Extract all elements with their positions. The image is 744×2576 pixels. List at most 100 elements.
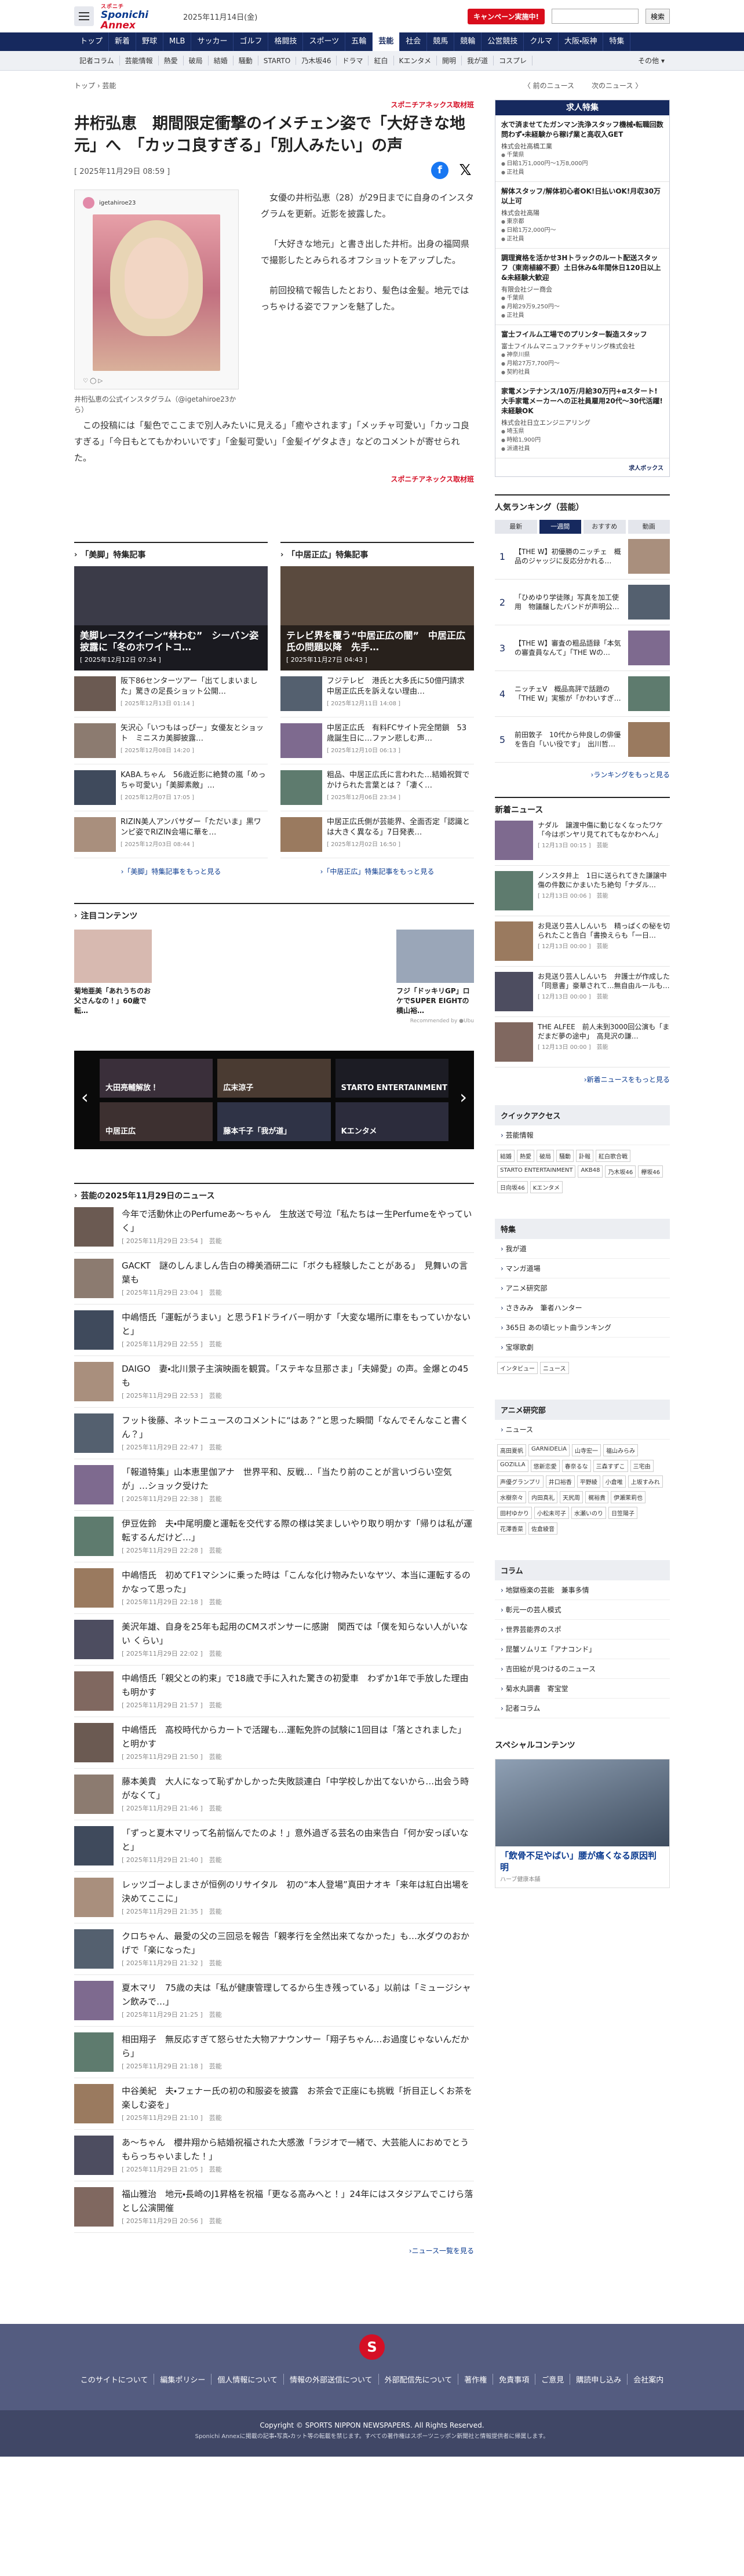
anime-tag[interactable]: 小松未可子 (534, 1507, 569, 1519)
campaign-button[interactable]: キャンペーン実施中! (468, 8, 545, 24)
news-list-item[interactable]: 福山雅治 地元・長崎のJ1昇格を祝福「更なる高みへと！」24年にはスタジアムでこ… (74, 2181, 474, 2233)
anime-tag[interactable]: 田村ゆかり (497, 1507, 532, 1519)
search-button[interactable]: 検索 (645, 9, 670, 24)
gnav-item[interactable]: 公営競技 (482, 32, 524, 51)
carousel-item[interactable]: 大田亮輔解放！ (100, 1059, 213, 1098)
side-news-item[interactable]: THE ALFEE 前人未到3000回公演も「まだまだ夢の途中」 高見沢の謙… [… (495, 1017, 670, 1067)
anime-tag[interactable]: 福山みらみ (603, 1444, 639, 1456)
subnav-item[interactable]: コスプレ (494, 56, 533, 65)
job-item[interactable]: 水で済ませてたガンマン洗浄スタッフ機械・転職回数問わず・未経験から稼げ業と高収入… (495, 115, 669, 182)
carousel-item[interactable]: 広末涼子 (217, 1059, 331, 1098)
subnav-item[interactable]: 騒動 (234, 56, 258, 65)
special-item[interactable]: 我が道 (495, 1239, 670, 1259)
anime-tag[interactable]: 天尻周 (560, 1491, 583, 1503)
news-list-item[interactable]: レッツゴーよしまさが恒例のリサイタル 初の“本人登場”真田ナオキ「来年は紅白出場… (74, 1872, 474, 1923)
subnav-item[interactable]: ドラマ (337, 56, 369, 65)
instagram-embed[interactable]: igetahiroe23 ♡ ◯ ▷ (74, 190, 239, 389)
news-list-item[interactable]: 中嶋悟氏 初めてF1マシンに乗った時は「こんな化け物みたいなヤツ、本当に運転する… (74, 1562, 474, 1614)
gnav-item[interactable]: クルマ (524, 32, 559, 51)
feature-item[interactable]: 粗品、中居正広氏に言われた…結婚祝賀でかけられた言葉とは？「凄く… [ 2025年… (280, 764, 474, 811)
anime-tag[interactable]: 日笠陽子 (608, 1507, 637, 1519)
ranking-item[interactable]: 4 ニッチェV 概品高評で話題の「THE W」実態が「かわいすぎ… (495, 671, 670, 717)
job-item[interactable]: 家電メンテナンス/10万/月給30万円+αスタート!大手家電メーカーへの正社員雇… (495, 382, 669, 458)
subnav-item[interactable]: STARTO (258, 56, 297, 65)
special-item[interactable]: 365日 あの頃ヒット曲ランキング (495, 1318, 670, 1338)
news-list-item[interactable]: フット後藤、ネットニュースのコメントに“はあ？”と思った瞬間「なんでそんなこと書… (74, 1408, 474, 1459)
anime-tag[interactable]: 山寺宏一 (572, 1444, 601, 1456)
footer-link[interactable]: このサイトについて (75, 2374, 155, 2385)
anime-tag[interactable]: 水樹奈々 (497, 1491, 526, 1503)
article-source[interactable]: スポニチアネックス取材班 (74, 100, 474, 110)
column-item[interactable]: 昆蟹ソムリエ「アナコンド」 (495, 1639, 670, 1659)
news-list-item[interactable]: DAIGO 妻・北川景子主演映画を観賞。「ステキな旦那さま」「夫婦愛」の声。金爆… (74, 1356, 474, 1408)
footer-link[interactable]: 情報の外部送信について (284, 2374, 379, 2385)
x-share-icon[interactable]: 𝕏 (457, 162, 474, 179)
special-tag[interactable]: インタビュー (497, 1362, 538, 1374)
gnav-item[interactable]: スポーツ (303, 32, 346, 51)
subnav-item[interactable]: 熱愛 (159, 56, 184, 65)
gnav-item[interactable]: 大阪・阪神 (559, 32, 604, 51)
news-list-item[interactable]: 中嶋悟氏「親父との約束」で18歳で手に入れた驚きの初愛車 わずか1年で手放した理… (74, 1666, 474, 1717)
prev-news-link[interactable]: 〈 前のニュース (524, 81, 574, 90)
gnav-item[interactable]: 新着 (109, 32, 137, 51)
news-list-item[interactable]: 今年で活動休止のPerfumeあ～ちゃん 生放送で号泣「私たちはー生Perfum… (74, 1201, 474, 1253)
anime-tag[interactable]: 三森すずこ (593, 1460, 628, 1472)
quick-access-tag[interactable]: 破局 (537, 1150, 554, 1162)
special-item[interactable]: さきみみ 筆者ハンター (495, 1298, 670, 1318)
subnav-item[interactable]: 芸能情報 (120, 56, 159, 65)
footer-link[interactable]: 免責事項 (493, 2374, 536, 2385)
gnav-item[interactable]: 格闘技 (268, 32, 304, 51)
feature-item[interactable]: KABA.ちゃん 56歳近影に絶賛の嵐「めっちゃ可愛い」「美脚素敵」… [ 202… (74, 764, 268, 811)
subnav-item[interactable]: 乃木坂46 (296, 56, 337, 65)
side-news-item[interactable]: お見送り芸人しんいち 精っぱくの秘を切られたこと告白「書換えらも「一日… [ 12… (495, 916, 670, 967)
gnav-item[interactable]: 社会 (400, 32, 428, 51)
feature-item[interactable]: RIZIN美人アンバサダー「ただいま」黒ワンピ姿でRIZIN会場に華を… [ 20… (74, 811, 268, 858)
news-list-item[interactable]: GACKT 謎のしんましん告白の樽美酒研二に「ボクも経験したことがある」 見舞い… (74, 1253, 474, 1305)
subnav-item[interactable]: 結婚 (209, 56, 234, 65)
anime-tag[interactable]: GOZILLA (497, 1460, 528, 1472)
footer-logo[interactable]: S (359, 2334, 385, 2360)
anime-tag[interactable]: 水瀬いのり (571, 1507, 606, 1519)
feature-item[interactable]: 矢沢心「いつもはっぴー」女優友とショット ミニスカ美脚披露… [ 2025年12月… (74, 717, 268, 764)
carousel-next-icon[interactable]: › (459, 1085, 467, 1109)
gnav-item[interactable]: 野球 (136, 32, 164, 51)
hamburger-menu-icon[interactable] (74, 6, 94, 26)
column-item[interactable]: 記者コラム (495, 1699, 670, 1718)
news-list-item[interactable]: あ～ちゃん 櫻井翔から結婚祝福された大感激「ラジオで一緒で、大芸能人におめでとう… (74, 2130, 474, 2181)
anime-tag[interactable]: 梶裕貴 (585, 1491, 608, 1503)
site-logo[interactable]: スポニチ Sponichi Annex (101, 4, 176, 31)
subnav-item[interactable]: 我が道 (462, 56, 494, 65)
side-news-item[interactable]: お見送り芸人しんいち 弁護士が作成した「同意書」豪華されて…無自由ルールも… [ … (495, 967, 670, 1017)
attention-item[interactable] (181, 930, 260, 1016)
special-tag[interactable]: ニュース (540, 1362, 569, 1374)
special-item[interactable]: マンガ道場 (495, 1259, 670, 1278)
feature-item[interactable]: 中居正広氏側が芸能界、全面否定「認識とは大きく異なる」7日発表… [ 2025年1… (280, 811, 474, 858)
anime-tag[interactable]: 佐倉綾音 (528, 1522, 557, 1535)
gnav-item[interactable]: サッカー (191, 32, 234, 51)
news-list-item[interactable]: 中嶋悟氏「運転がうまい」と思うF1ドライバー明かす「大変な場所に車をもっていかな… (74, 1305, 474, 1356)
news-list-item[interactable]: 藤本美貴 大人になって恥ずかしかった失敗談連白「中学校しか出てないから…出会う時… (74, 1769, 474, 1820)
quick-access-tag[interactable]: 訃報 (576, 1150, 593, 1162)
column-item[interactable]: 地獄極楽の芸能 兼事多情 (495, 1580, 670, 1600)
quick-access-tag[interactable]: STARTO ENTERTAINMENT (497, 1165, 576, 1178)
ranking-tab[interactable]: 最新 (495, 520, 537, 534)
news-list-item[interactable]: 伊豆佐鈴 夫・中尾明慶と運転を交代する際の様は笑ましいやり取り明かす「帰りは私が… (74, 1511, 474, 1562)
quick-access-tag[interactable]: 紅白歌合戦 (596, 1150, 630, 1162)
ranking-item[interactable]: 5 前田敦子 10代から仲良しの俳優を告白「いい役です」 出川哲… (495, 717, 670, 763)
carousel-item[interactable]: 藤本千子「我が道」 (217, 1102, 331, 1141)
quick-access-item[interactable]: 芸能情報 (495, 1125, 670, 1145)
special-content-card[interactable]: 「飲骨不足やばい」腰が痛くなる原因判明 ハーブ健康本舗 (495, 1759, 670, 1888)
news-list-item[interactable]: 美沢年雄、自身を25年も起用のCMスポンサーに感謝 関西では「僕を知らない人がい… (74, 1614, 474, 1666)
carousel-prev-icon[interactable]: ‹ (81, 1085, 89, 1109)
gnav-item[interactable]: 五輪 (345, 32, 373, 51)
footer-link[interactable]: 会社案内 (628, 2374, 669, 2385)
feature-item[interactable]: フジテレビ 港氏と大多氏に50億円請求 中居正広氏を訴えない理由… [ 2025年… (280, 671, 474, 717)
anime-tag[interactable]: 高田夏帆 (497, 1444, 526, 1456)
ranking-tab[interactable]: おすすめ (583, 520, 626, 534)
footer-link[interactable]: 外部配信先について (379, 2374, 459, 2385)
quick-access-tag[interactable]: 乃木坂46 (605, 1165, 636, 1178)
anime-tag[interactable]: 井口裕香 (545, 1475, 575, 1488)
anime-item[interactable]: ニュース (495, 1420, 670, 1440)
feature-hero[interactable]: 美脚レースクイーン“林わむ” シーバン姿披露に「冬のホワイトコ…[ 2025年1… (74, 566, 268, 671)
ranking-item[interactable]: 1 【THE W】初優勝のニッチェ 概品のジャッジに反応分かれる… (495, 534, 670, 580)
